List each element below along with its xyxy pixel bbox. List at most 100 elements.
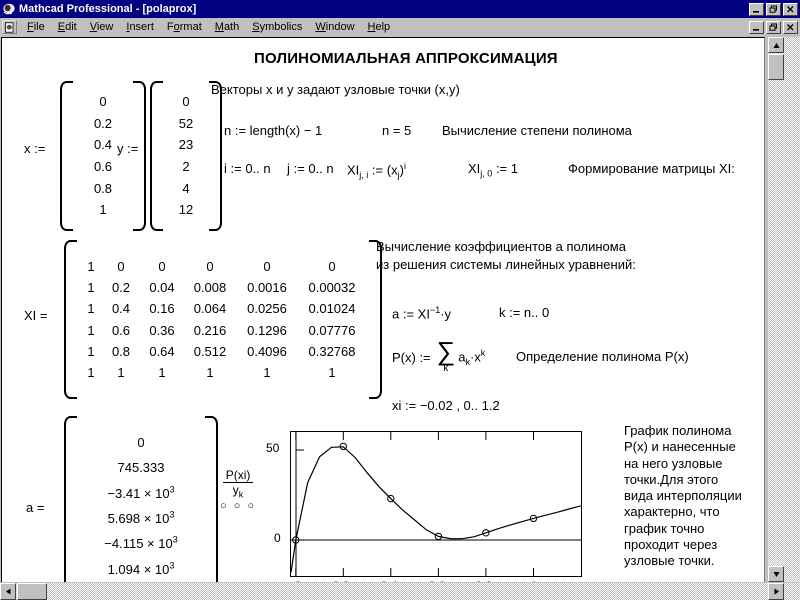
xl0-assign: := 1 — [495, 161, 518, 176]
minimize-button[interactable] — [749, 2, 764, 16]
vertical-scrollbar[interactable] — [768, 37, 784, 582]
y-vector: 0 52 23 2 4 12 — [150, 81, 222, 234]
xl0-subscript: j, 0 — [480, 168, 493, 179]
menu-insert[interactable]: Insert — [120, 19, 161, 35]
horizontal-scrollbar[interactable] — [0, 583, 784, 600]
menu-edit[interactable]: Edit — [52, 19, 84, 35]
table-row: 1 0.4 0.16 0.064 0.0256 0.01024 — [80, 298, 366, 319]
a-cell: 1.094 × 103 — [80, 557, 202, 582]
xl-cell: 1 — [206, 364, 214, 380]
xl-cell: 0.64 — [149, 343, 175, 359]
a-exponent: 3 — [169, 484, 175, 495]
child-restore-button[interactable] — [766, 20, 781, 34]
y-tick-label-50: 50 — [266, 441, 280, 455]
note-matrix: Формирование матрицы XI: — [568, 161, 735, 176]
table-row: 1 1 1 1 1 1 — [80, 362, 366, 383]
scroll-up-button[interactable] — [768, 37, 784, 53]
x-tick-label-1: 1 — [527, 579, 541, 582]
legend-numerator: P(xi) — [222, 468, 254, 483]
definition-a: a := XI−1·y — [392, 305, 451, 321]
xl-cell: 0 — [158, 259, 166, 275]
xl-cell: 0.2 — [111, 280, 131, 296]
xl0-name: XI — [468, 161, 481, 176]
menu-symbolics[interactable]: Symbolics — [246, 19, 309, 35]
x-tick-label-02: 0.2 — [330, 579, 352, 582]
a-vector-label: a = — [26, 500, 45, 515]
x-vector-label: x := — [24, 141, 46, 156]
close-button[interactable] — [783, 2, 798, 16]
menu-file[interactable]: File — [21, 19, 52, 35]
vertical-scroll-thumb[interactable] — [768, 54, 784, 80]
xl-cell: 0.04 — [149, 280, 175, 296]
xl-cell: 0 — [328, 259, 336, 275]
xl-cell: 1 — [87, 343, 95, 359]
y-tick-label-0: 0 — [274, 531, 281, 545]
y-cell: 52 — [178, 115, 194, 131]
restore-button[interactable] — [766, 2, 781, 16]
xl-subscript: j, i — [359, 169, 369, 180]
xl-cell: 1 — [87, 280, 95, 296]
mathcad-application-window: Mathcad Professional - [polaprox] File E… — [0, 0, 800, 600]
xl-cell: 0 — [263, 259, 271, 275]
child-minimize-button[interactable] — [749, 20, 764, 34]
menu-format[interactable]: Format — [161, 19, 209, 35]
xl-cell: 1 — [117, 364, 125, 380]
xl-cell: 0.6 — [111, 322, 131, 338]
horizontal-scroll-thumb[interactable] — [17, 583, 47, 600]
window-controls — [749, 2, 798, 16]
definition-xi-range: xi := −0.02 , 0.. 1.2 — [392, 398, 500, 413]
definition-n: n := length(x) − 1 — [224, 123, 323, 138]
xl-exponent: i — [403, 161, 406, 171]
note-degree: Вычисление степени полинома — [442, 123, 632, 138]
worksheet-page[interactable]: ПОЛИНОМИАЛЬНАЯ АППРОКСИМАЦИЯ x := 0 0.2 … — [1, 37, 765, 582]
document-frame: ПОЛИНОМИАЛЬНАЯ АППРОКСИМАЦИЯ x := 0 0.2 … — [0, 37, 800, 600]
xl-cell: 0.008 — [193, 280, 227, 296]
scroll-left-button[interactable] — [0, 583, 16, 600]
menu-edit-accel: E — [57, 21, 66, 33]
a-cell: 745.333 — [80, 455, 202, 480]
menu-symbolics-accel: S — [252, 21, 260, 33]
y-cell: 2 — [182, 159, 190, 174]
scroll-down-button[interactable] — [768, 566, 784, 582]
y-cell: 12 — [178, 202, 194, 218]
xl-cell: 0.36 — [149, 322, 175, 338]
plot-trace-legend: P(xi) yk ○ ○ ○ — [220, 468, 256, 512]
a-mantissa: −3.41 × 10 — [107, 485, 170, 501]
x-cell: 0.6 — [93, 159, 113, 174]
menu-math[interactable]: Math — [209, 19, 246, 35]
paren-right — [205, 416, 218, 582]
page-title: ПОЛИНОМИАЛЬНАЯ АППРОКСИМАЦИЯ — [254, 50, 558, 67]
polynomial-plot[interactable] — [290, 431, 582, 577]
a-tail: ·y — [440, 306, 452, 322]
scroll-right-button[interactable] — [768, 583, 784, 600]
document-icon[interactable] — [2, 20, 17, 34]
xl-cell: 0.216 — [193, 322, 227, 338]
definition-j: j := 0.. n — [287, 161, 334, 176]
xl-cell: 1 — [87, 322, 95, 338]
note-polynomial: Определение полинома P(x) — [516, 349, 689, 364]
menu-view[interactable]: View — [84, 19, 121, 35]
menu-math-rest: ath — [223, 21, 240, 33]
vertical-scroll-track[interactable] — [768, 53, 784, 566]
a-mantissa: 0 — [137, 434, 145, 450]
paren-left — [64, 416, 77, 582]
menu-bar: File Edit View Insert Format Math Symbol… — [0, 18, 800, 37]
x-tick-label-08: 0.8 — [473, 579, 495, 582]
menu-help[interactable]: Help — [362, 19, 398, 35]
scrollbar-corner — [784, 583, 800, 600]
legend-markers: ○ ○ ○ — [220, 500, 257, 513]
p-body: ak·xk — [458, 348, 485, 367]
x-cell: 0.8 — [93, 180, 113, 196]
a-exponent: 3 — [169, 560, 175, 571]
p-lhs: P(x) := — [392, 349, 431, 365]
y-cell: 4 — [182, 180, 190, 196]
xl-cell: 0 — [206, 259, 214, 275]
horizontal-scroll-track[interactable] — [16, 583, 768, 600]
menu-window[interactable]: Window — [309, 19, 361, 35]
child-close-button[interactable] — [783, 20, 798, 34]
menu-help-rest: elp — [375, 21, 391, 33]
definition-polynomial: P(x) := ∑ k ak·xk — [392, 338, 485, 374]
a-assign: a := XI — [392, 306, 430, 322]
xl-name: XI — [347, 162, 360, 178]
window-title: Mathcad Professional - [polaprox] — [19, 3, 197, 15]
